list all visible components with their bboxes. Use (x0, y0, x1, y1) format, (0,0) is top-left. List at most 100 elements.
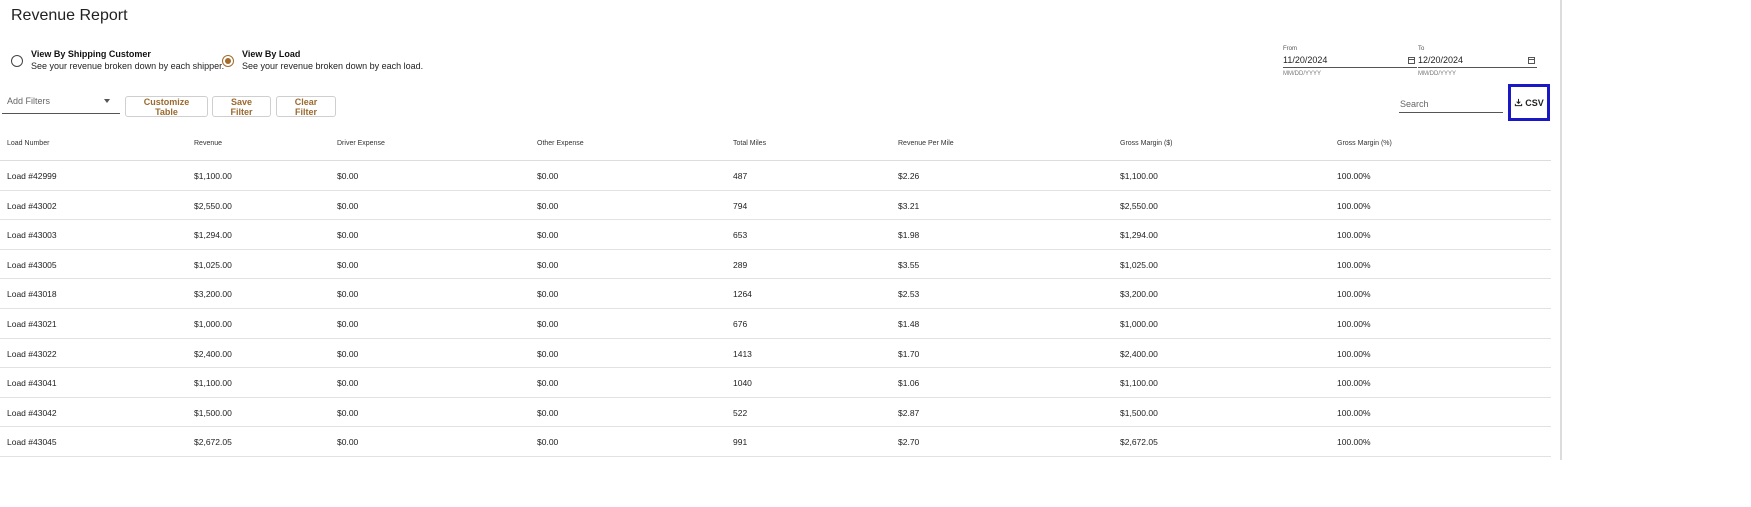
date-from-label: From (1283, 46, 1297, 52)
table-cell: $2,672.05 (1120, 437, 1158, 448)
column-header[interactable]: Total Miles (733, 140, 766, 147)
table-cell: 100.00% (1337, 407, 1371, 418)
table-cell: Load #43045 (7, 437, 57, 448)
table-cell: $1,100.00 (1120, 171, 1158, 181)
table-cell: 100.00% (1337, 437, 1371, 448)
table-cell: Load #43003 (7, 230, 57, 241)
table-cell: 100.00% (1337, 318, 1371, 329)
table-cell: $1,500.00 (1120, 407, 1158, 418)
chevron-down-icon (104, 99, 110, 103)
table-cell: $3,200.00 (194, 289, 232, 300)
table-cell: $1,000.00 (194, 318, 232, 329)
radio-label: View By Load (242, 49, 301, 59)
table-row[interactable]: Load #42999 $1,100.00 $0.00 $0.00 487 $2.26 $1… (0, 161, 1551, 191)
table-row[interactable]: Load #43041 $1,100.00 $0.00 $0.00 1040 $1.06 $… (0, 368, 1551, 398)
column-header[interactable]: Other Expense (537, 140, 584, 147)
table-cell: Load #43022 (7, 348, 57, 359)
table-cell: $0.00 (337, 348, 359, 359)
table-row[interactable]: Load #43018 $3,200.00 $0.00 $0.00 1264 $2.53 $… (0, 279, 1551, 309)
vertical-scrollbar[interactable] (1560, 0, 1562, 460)
search-input[interactable]: Search (1399, 96, 1503, 113)
table-row[interactable]: Load #43002 $2,550.00 $0.00 $0.00 794 $3.21 $2… (0, 191, 1551, 221)
download-icon (1515, 98, 1523, 107)
table-cell: $1,100.00 (194, 378, 232, 389)
table-cell: 100.00% (1337, 378, 1371, 389)
table-cell: $1.48 (898, 318, 920, 329)
save-filter-button[interactable]: Save Filter (212, 96, 271, 117)
calendar-icon[interactable] (1408, 56, 1415, 64)
table-cell: $1,025.00 (194, 259, 232, 270)
table-cell: $2,550.00 (194, 200, 232, 211)
table-cell: Load #43021 (7, 318, 57, 329)
table-row[interactable]: Load #43021 $1,000.00 $0.00 $0.00 676 $1.48 $1… (0, 309, 1551, 339)
date-to-value[interactable]: 12/20/2024 (1418, 55, 1463, 65)
table-row[interactable]: Load #43005 $1,025.00 $0.00 $0.00 289 $3.55 $1… (0, 250, 1551, 280)
radio-view-by-load[interactable]: View By Load See your revenue broken dow… (222, 48, 423, 73)
table-cell: $3,200.00 (1120, 289, 1158, 300)
table-cell: $0.00 (337, 200, 359, 211)
table-cell: $1,100.00 (1120, 378, 1158, 389)
csv-export-button[interactable]: CSV (1508, 84, 1550, 121)
table-cell: 487 (733, 171, 748, 181)
add-filters-select[interactable]: Add Filters (2, 92, 120, 114)
table-cell: $3.21 (898, 200, 920, 211)
table-cell: 991 (733, 437, 748, 448)
table-cell: 653 (733, 230, 748, 241)
column-header[interactable]: Driver Expense (337, 140, 385, 147)
date-from-field[interactable]: From 11/20/2024 MM/DD/YYYY (1283, 45, 1417, 77)
customize-table-button[interactable]: Customize Table (125, 96, 208, 117)
table-cell: $3.55 (898, 259, 920, 270)
table-row[interactable]: Load #43045 $2,672.05 $0.00 $0.00 991 $2.70 $2… (0, 427, 1551, 457)
table-cell: $0.00 (337, 230, 359, 241)
calendar-icon[interactable] (1528, 56, 1535, 64)
table-cell: $1,000.00 (1120, 318, 1158, 329)
radio-button-selected[interactable] (222, 55, 234, 67)
column-header[interactable]: Load Number (7, 140, 49, 147)
table-row[interactable]: Load #43003 $1,294.00 $0.00 $0.00 653 $1.98 $1… (0, 220, 1551, 250)
table-cell: $0.00 (337, 437, 359, 448)
table-cell: $0.00 (537, 407, 559, 418)
table-cell: 100.00% (1337, 348, 1371, 359)
table-cell: 522 (733, 407, 748, 418)
clear-filter-button[interactable]: Clear Filter (276, 96, 336, 117)
radio-view-by-shipping-customer[interactable]: View By Shipping Customer See your reven… (11, 48, 224, 73)
table-cell: 100.00% (1337, 259, 1371, 270)
table-cell: 1413 (733, 348, 752, 359)
add-filters-placeholder: Add Filters (7, 96, 51, 106)
table-cell: $1.98 (898, 230, 920, 241)
table-cell: $0.00 (537, 378, 559, 389)
radio-description: See your revenue broken down by each loa… (242, 61, 424, 71)
table-cell: 1040 (733, 378, 752, 389)
table-cell: $0.00 (537, 200, 559, 211)
table-header: Load Number Revenue Driver Expense Other Ex… (0, 131, 1551, 161)
table-cell: $2.70 (898, 437, 920, 448)
table-cell: $2,550.00 (1120, 200, 1158, 211)
radio-button[interactable] (11, 55, 23, 67)
table-cell: $1.06 (898, 378, 920, 389)
date-to-field[interactable]: To 12/20/2024 MM/DD/YYYY (1418, 45, 1537, 77)
table-cell: $0.00 (537, 289, 559, 300)
date-from-hint: MM/DD/YYYY (1283, 71, 1322, 77)
table-cell: $0.00 (537, 318, 559, 329)
date-to-label: To (1418, 46, 1425, 52)
column-header[interactable]: Revenue (194, 140, 222, 147)
table-cell: Load #43041 (7, 378, 57, 389)
column-header[interactable]: Gross Margin ($) (1120, 140, 1173, 147)
table-cell: $1,294.00 (1120, 230, 1158, 241)
table-cell: 100.00% (1337, 171, 1371, 181)
table-cell: $0.00 (337, 318, 359, 329)
date-from-value[interactable]: 11/20/2024 (1283, 55, 1327, 65)
table-cell: 1264 (733, 289, 752, 300)
table-cell: $2,672.05 (194, 437, 232, 448)
date-to-hint: MM/DD/YYYY (1418, 71, 1457, 77)
table-cell: $2.87 (898, 407, 920, 418)
table-row[interactable]: Load #43042 $1,500.00 $0.00 $0.00 522 $2.87 $1… (0, 398, 1551, 428)
table-row[interactable]: Load #43022 $2,400.00 $0.00 $0.00 1413 $1.70 $… (0, 339, 1551, 369)
column-header[interactable]: Gross Margin (%) (1337, 140, 1392, 147)
csv-label: CSV (1525, 97, 1544, 108)
table-cell: Load #43018 (7, 289, 57, 300)
page-title: Revenue Report (11, 7, 128, 24)
revenue-table: Load Number Revenue Driver Expense Other Ex… (0, 131, 1551, 457)
column-header[interactable]: Revenue Per Mile (898, 140, 954, 147)
table-cell: $0.00 (337, 407, 359, 418)
